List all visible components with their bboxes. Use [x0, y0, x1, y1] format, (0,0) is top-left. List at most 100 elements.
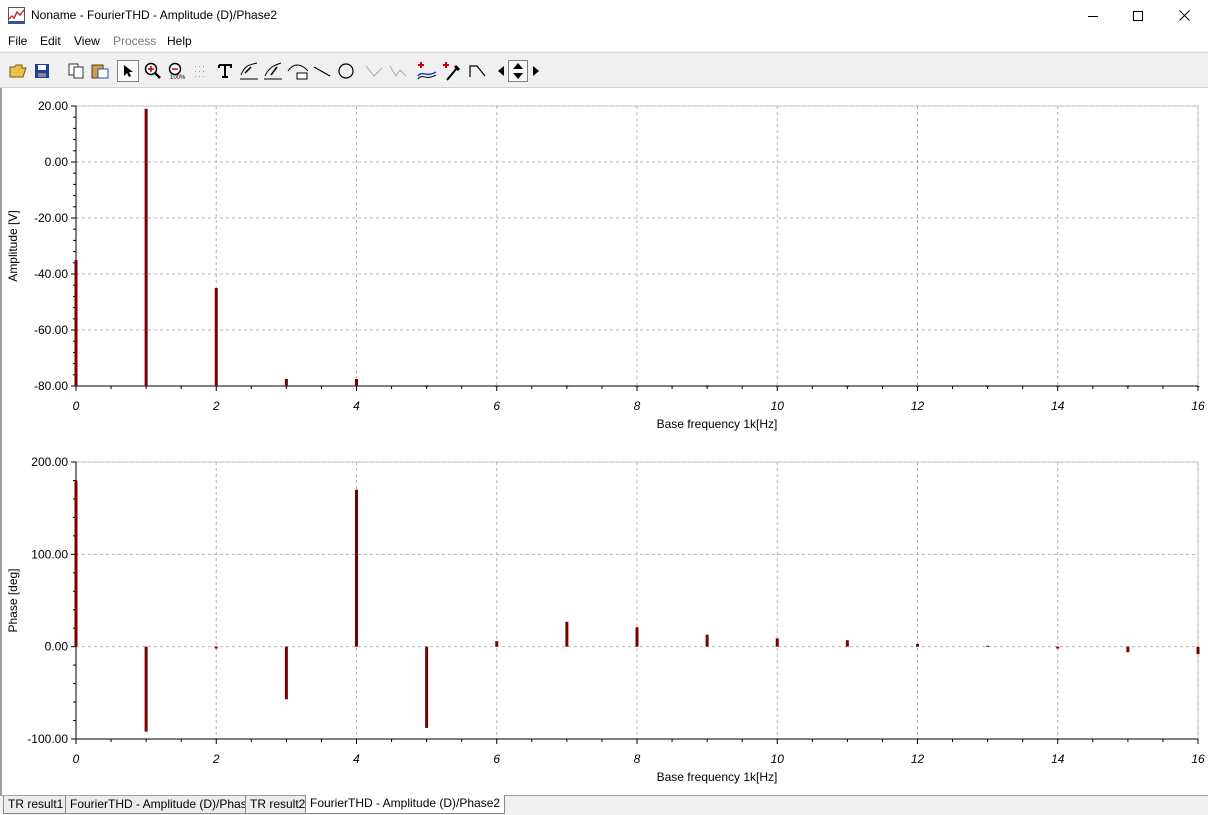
y-tick-label: 200.00 — [31, 455, 68, 469]
stem-bar — [775, 386, 779, 387]
save-button[interactable] — [31, 60, 53, 82]
curve-tool-3-button[interactable] — [287, 60, 309, 82]
y-tick-label: -20.00 — [34, 211, 68, 225]
scroll-up-down-button[interactable] — [508, 60, 528, 82]
curve-tool-1-button[interactable] — [238, 60, 260, 82]
stem-bar — [565, 621, 569, 647]
stem-bar — [635, 627, 639, 647]
copy-button[interactable] — [65, 60, 87, 82]
stem-bar — [705, 634, 709, 647]
close-button[interactable] — [1161, 0, 1207, 31]
circle-button[interactable] — [335, 60, 357, 82]
stem-bar — [284, 379, 288, 386]
x-tick-label: 0 — [73, 752, 80, 766]
curve-tool-2-button[interactable] — [262, 60, 284, 82]
x-tick-label: 14 — [1051, 752, 1065, 766]
stem-bar — [635, 386, 639, 387]
y-tick-label: -80.00 — [34, 379, 68, 393]
tab-tr-result1[interactable]: TR result1 — [3, 796, 69, 814]
stem-bar — [355, 379, 358, 386]
stem-bar — [986, 645, 990, 647]
stem-bar — [144, 646, 148, 732]
window-title: Noname - FourierTHD - Amplitude (D)/Phas… — [31, 8, 278, 22]
text-icon — [218, 64, 232, 78]
svg-text:100%: 100% — [170, 75, 186, 80]
y-axis-label: Amplitude [V] — [6, 210, 20, 281]
stem-bar — [284, 646, 288, 700]
y-tick-label: -40.00 — [34, 267, 68, 281]
stem-bar — [214, 646, 218, 649]
maximize-button[interactable] — [1115, 0, 1161, 31]
stem-bar — [1056, 386, 1060, 387]
chart-panel-2: 0 2 4 6 8 10 12 14 16 200.00 100.00 0.00 -100.00 Base… — [6, 455, 1205, 784]
menu-process[interactable]: Process — [113, 34, 156, 48]
maximize-icon — [1133, 10, 1143, 21]
select-button[interactable] — [117, 60, 139, 82]
stem-bar — [144, 108, 148, 387]
plot-area: 0 2 4 6 8 10 12 14 16 20.00 0.00 -20.00 -40.00 -60.00… — [0, 88, 1208, 795]
x-tick-label: 2 — [212, 752, 220, 766]
copy-icon — [68, 63, 84, 79]
slope-button[interactable] — [466, 60, 488, 82]
x-tick-label: 4 — [353, 399, 360, 413]
add-curve-icon — [417, 62, 437, 80]
stem-bar — [1196, 646, 1200, 655]
menu-edit[interactable]: Edit — [40, 34, 61, 48]
zoom-100-button[interactable]: 100% — [166, 60, 188, 82]
x-axis-label: Base frequency 1k[Hz] — [657, 770, 778, 784]
zoom-in-button[interactable] — [142, 60, 164, 82]
paste-button[interactable] — [89, 60, 111, 82]
line-button[interactable] — [311, 60, 333, 82]
add-curve-button[interactable] — [416, 60, 438, 82]
minimize-icon — [1088, 15, 1098, 17]
stem-bar — [425, 386, 429, 387]
y-tick-label: -60.00 — [34, 323, 68, 337]
x-tick-label: 16 — [1191, 752, 1205, 766]
add-cursor-button[interactable] — [441, 60, 463, 82]
grid-button[interactable] — [190, 60, 212, 82]
stem-bar — [214, 288, 218, 386]
paste-icon — [91, 64, 109, 79]
stem-bar — [1126, 386, 1130, 387]
zoom-in-icon — [144, 62, 161, 79]
y-tick-label: 0.00 — [45, 640, 69, 654]
add-cursor-icon — [443, 62, 461, 81]
x-tick-label: 8 — [634, 399, 641, 413]
open-button[interactable] — [7, 60, 29, 82]
menu-view[interactable]: View — [74, 34, 100, 48]
curve-tool-1-icon — [240, 62, 258, 80]
document-tab-bar: TR result1 FourierTHD - Amplitude (D)/Ph… — [0, 795, 1208, 815]
x-tick-label: 2 — [212, 399, 220, 413]
tab-tr-result2[interactable]: TR result2 — [245, 796, 311, 814]
disabled-tool-2-button[interactable] — [387, 60, 409, 82]
text-button[interactable] — [214, 60, 236, 82]
scroll-left-button[interactable] — [494, 60, 508, 82]
tab-fourier-phase1[interactable]: FourierTHD - Amplitude (D)/Phase1 — [65, 796, 266, 814]
stem-bar — [74, 260, 78, 386]
arrow-left-icon — [498, 66, 504, 76]
disabled-tool-1-button[interactable] — [363, 60, 385, 82]
grid-icon — [195, 66, 204, 77]
menu-file[interactable]: File — [8, 34, 27, 48]
save-icon — [35, 64, 49, 78]
arrow-right-icon — [533, 66, 539, 76]
y-tick-label: 0.00 — [45, 155, 69, 169]
x-tick-label: 16 — [1191, 399, 1205, 413]
x-axis-label: Base frequency 1k[Hz] — [657, 417, 778, 431]
y-tick-label: 100.00 — [31, 547, 68, 561]
stem-bar — [495, 641, 499, 647]
stem-bar — [355, 489, 358, 647]
y-tick-label: 20.00 — [38, 99, 68, 113]
x-tick-label: 10 — [771, 399, 785, 413]
x-tick-label: 12 — [911, 752, 925, 766]
menu-bar: File Edit View Process Help — [0, 31, 1208, 51]
stem-bar — [705, 386, 709, 387]
tab-fourier-phase2[interactable]: FourierTHD - Amplitude (D)/Phase2 — [305, 795, 506, 814]
x-tick-label: 4 — [353, 752, 360, 766]
x-tick-label: 6 — [493, 399, 500, 413]
circle-icon — [338, 63, 354, 79]
scroll-right-button[interactable] — [529, 60, 543, 82]
stem-bar — [845, 386, 849, 387]
menu-help[interactable]: Help — [167, 34, 192, 48]
minimize-button[interactable] — [1070, 0, 1116, 31]
